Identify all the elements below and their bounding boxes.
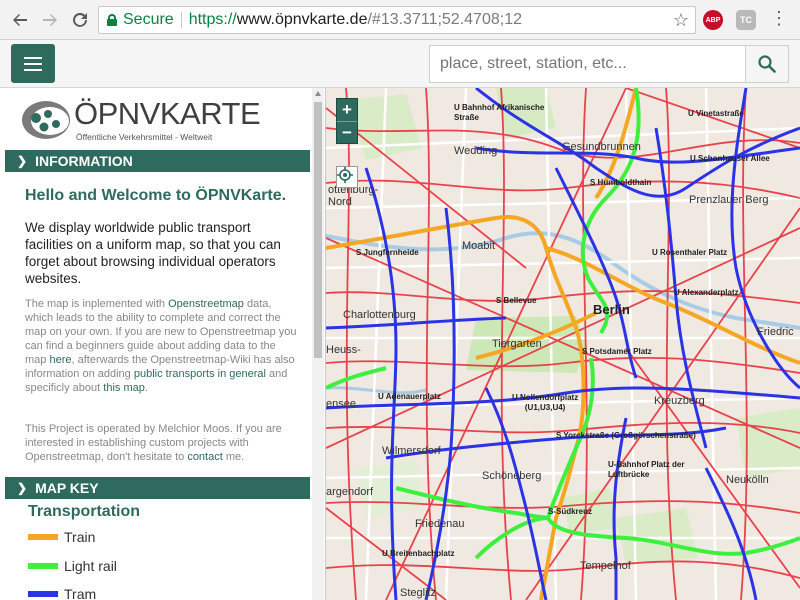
sidebar-panel: ÖPNVKARTE Öffentliche Verkehrsmittel - W… [0, 88, 326, 600]
contact-link[interactable]: contact [187, 451, 222, 463]
chevron-down-icon: ❯ [17, 481, 28, 495]
locate-button[interactable] [336, 166, 358, 188]
logo-subtitle: Öffentliche Verkehrsmittel - Weltweit [76, 132, 213, 142]
openstreetmap-paragraph: The map is inplemented with Openstreetma… [25, 298, 297, 394]
map-label-kreuzberg: Kreuzberg [654, 395, 705, 407]
station-potsdamer-platz[interactable]: S Potsdamer Platz [582, 347, 652, 356]
information-heading-label: INFORMATION [35, 153, 133, 169]
scrollbar-thumb[interactable] [314, 102, 322, 358]
search-icon [758, 55, 776, 73]
guide-link[interactable]: here [49, 354, 71, 366]
map-label-friedenau: Friedenau [415, 518, 465, 530]
key-item-tram: Tram [28, 585, 96, 600]
map-label-ensee: ensee [326, 398, 356, 410]
url-scheme: https:// [188, 11, 237, 28]
map-label-wilmersdorf: Wilmersdorf [382, 445, 441, 457]
map-label-berlin: Berlin [593, 302, 630, 317]
station-yorckstrasse[interactable]: S Yorckstraße (Großgörschenstraße) [556, 431, 696, 440]
more-menu-icon[interactable]: ⋮ [770, 8, 788, 32]
this-map-link[interactable]: this map [103, 382, 145, 394]
light-rail-swatch [28, 563, 58, 569]
map-label-tempelhof: Tempelhof [580, 560, 631, 572]
search-button[interactable] [745, 45, 789, 83]
crosshair-icon [337, 167, 353, 183]
station-breitenbachplatz[interactable]: U Breitenbachplatz [382, 549, 454, 558]
back-icon[interactable] [8, 8, 32, 32]
openstreetmap-link[interactable]: Openstreetmap [168, 298, 244, 310]
map-label-prenzlauer-berg: Prenzlauer Berg [689, 194, 769, 206]
station-humboldthain[interactable]: S Humboldthain [590, 178, 651, 187]
map-label-charlottenburg: Charlottenburg [343, 309, 416, 321]
station-platz-der-luftbruecke[interactable]: U-Bahnhof Platz der Luftbrücke [608, 460, 684, 480]
forward-icon[interactable] [38, 8, 62, 32]
station-alexanderplatz[interactable]: U Alexanderplatz [674, 288, 739, 297]
lock-icon [107, 14, 117, 26]
logo: ÖPNVKARTE Öffentliche Verkehrsmittel - W… [20, 94, 261, 146]
information-heading[interactable]: ❯ INFORMATION [5, 150, 310, 172]
map-label-neukoelln: Neukölln [726, 474, 769, 486]
station-adenauerplatz[interactable]: U Adenauerplatz [378, 392, 441, 401]
browser-toolbar: Secure https:// www.öpnvkarte.de /#13.37… [0, 0, 800, 40]
divider [180, 12, 182, 28]
zoom-control: + − [336, 98, 358, 144]
transportation-heading: Transportation [28, 503, 141, 520]
public-transport-link[interactable]: public transports in general [134, 368, 266, 380]
map-label-tiergarten: Tiergarten [492, 338, 542, 350]
train-swatch [28, 534, 58, 540]
address-bar[interactable]: Secure https:// www.öpnvkarte.de /#13.37… [98, 6, 696, 34]
search-input[interactable] [429, 45, 746, 83]
station-afrikanische-strasse[interactable]: U Bahnhof Afrikanische Straße [454, 103, 544, 123]
secure-label: Secure [123, 11, 174, 28]
url-host: www.öpnvkarte.de [236, 11, 368, 28]
zoom-out-button[interactable]: − [337, 122, 357, 144]
map-key-heading-label: MAP KEY [35, 480, 99, 496]
scroll-up-arrow-icon[interactable] [315, 91, 321, 96]
intro-text: We display worldwide public transport fa… [25, 220, 281, 286]
station-bellevue[interactable]: S Bellevue [496, 296, 536, 305]
operator-paragraph: This Project is operated by Melchior Moo… [25, 423, 282, 463]
map-canvas [326, 88, 800, 600]
logo-mark-icon [22, 101, 70, 139]
station-rosenthaler-platz[interactable]: U Rosenthaler Platz [652, 248, 727, 257]
map-key-heading[interactable]: ❯ MAP KEY [5, 477, 310, 499]
welcome-title: Hello and Welcome to ÖPNVKarte. [25, 187, 287, 204]
extension-icon[interactable]: TC [736, 10, 756, 30]
tram-swatch [28, 591, 58, 597]
key-item-light-rail: Light rail [28, 557, 117, 575]
station-suedkreuz[interactable]: S-Südkreuz [548, 507, 592, 516]
map-label-wedding: Wedding [454, 145, 498, 157]
map-label-schoeneberg: Schöneberg [482, 470, 542, 482]
map-label-heuss: Heuss- [326, 344, 361, 356]
station-nollendorfplatz[interactable]: U Nollendorfplatz (U1,U3,U4) [512, 393, 578, 413]
key-item-train: Train [28, 528, 95, 546]
hamburger-menu-button[interactable] [11, 44, 55, 83]
chevron-down-icon: ❯ [17, 154, 28, 168]
bookmark-star-icon[interactable]: ☆ [673, 10, 689, 31]
map-view[interactable]: Berlin Wedding Gesundbrunnen Moabit Char… [326, 88, 800, 600]
map-label-gesundbrunnen: Gesundbrunnen [562, 141, 641, 153]
map-label-steglitz: Steglitz [400, 587, 437, 599]
map-label-friedrichshain: Friedric [757, 326, 794, 338]
station-vinetastrasse[interactable]: U Vinetastraße [688, 109, 744, 118]
map-label-argendorf: argendorf [326, 486, 374, 498]
map-label-moabit: Moabit [462, 240, 496, 252]
app-header [0, 40, 800, 88]
reload-icon[interactable] [68, 8, 92, 32]
url-path: /#13.3711;52.4708;12 [367, 11, 522, 28]
station-jungfernheide[interactable]: S Jungfernheide [356, 248, 419, 257]
sidebar-scrollbar[interactable] [312, 88, 324, 600]
logo-title: ÖPNVKARTE [74, 96, 261, 131]
station-schoenhauser-allee[interactable]: U Schonhauser Allee [690, 154, 770, 163]
zoom-in-button[interactable]: + [337, 99, 357, 121]
adblock-extension-icon[interactable]: ABP [703, 10, 723, 30]
